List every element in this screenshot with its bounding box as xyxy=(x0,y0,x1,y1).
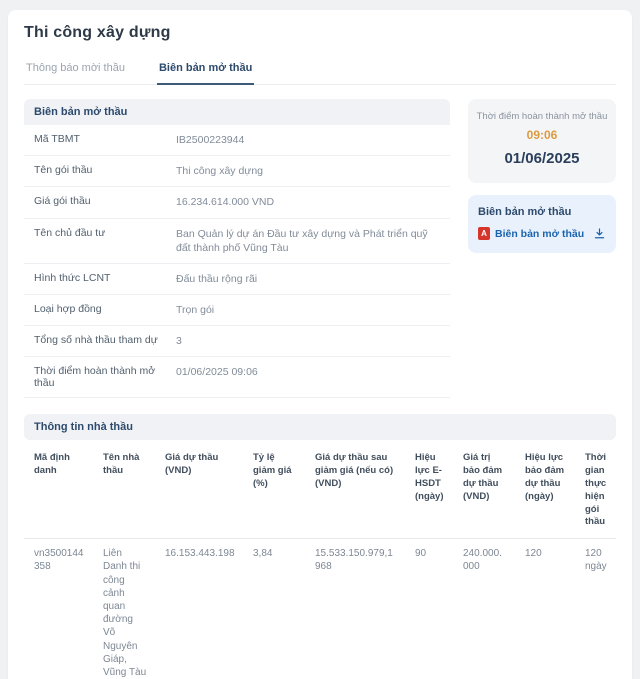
right-sidebar: Thời điểm hoàn thành mở thầu 09:06 01/06… xyxy=(468,99,616,253)
tab-thong-bao-moi-thau[interactable]: Thông báo mời thầu xyxy=(24,56,127,84)
table-row: Hình thức LCNT Đấu thầu rộng rãi xyxy=(24,264,450,296)
detail-value: 16.234.614.000 VND xyxy=(176,196,275,209)
bidders-table-body: vn3500144358 Liên Danh thi công cảnh quan… xyxy=(24,539,616,679)
pdf-file-icon: A xyxy=(478,227,490,240)
download-icon[interactable] xyxy=(593,227,606,240)
table-cell: Liên Danh thi công cảnh quan đường Võ Ng… xyxy=(103,548,147,678)
table-cell: 120 xyxy=(525,548,542,560)
detail-label: Hình thức LCNT xyxy=(34,271,111,284)
table-row: vn3500144358 Liên Danh thi công cảnh quan… xyxy=(24,539,616,679)
bid-record-panel: Biên bản mở thầu Mã TBMT IB2500223944 Tên … xyxy=(24,99,450,399)
detail-label: Tên gói thầu xyxy=(34,164,93,177)
completion-time-box: Thời điểm hoàn thành mở thầu 09:06 01/06… xyxy=(468,99,616,183)
bid-record-panel-header: Biên bản mở thầu xyxy=(24,99,450,125)
column-header: Mã định danh xyxy=(34,452,70,477)
table-row: Tên chủ đầu tư Ban Quản lý dự án Đầu tư x… xyxy=(24,219,450,264)
column-header: Thời gian thực hiện gói thầu xyxy=(585,452,607,528)
detail-label: Tổng số nhà thầu tham dự xyxy=(34,334,158,347)
detail-value: 3 xyxy=(176,335,182,348)
main-card: Thi công xây dựng Thông báo mời thầu Biê… xyxy=(8,10,632,679)
table-cell: 16.153.443.198 xyxy=(165,548,235,560)
column-header: Hiệu lực bảo đảm dự thầu (ngày) xyxy=(525,452,565,502)
page-title: Thi công xây dựng xyxy=(24,24,171,41)
table-cell: 15.533.150.979,1968 xyxy=(315,548,393,573)
completion-date-value: 01/06/2025 xyxy=(504,150,580,167)
detail-value: IB2500223944 xyxy=(176,134,245,146)
table-cell: vn3500144358 xyxy=(34,548,84,573)
detail-value: Trọn gói xyxy=(176,304,215,317)
tab-bar: Thông báo mời thầu Biên bản mở thầu xyxy=(24,56,616,85)
table-row: Loại hợp đồng Trọn gói xyxy=(24,295,450,327)
detail-value: Thi công xây dựng xyxy=(176,165,263,178)
bidders-section-header: Thông tin nhà thầu xyxy=(24,414,616,441)
table-row: Mã TBMT IB2500223944 xyxy=(24,125,450,157)
bid-record-document-link[interactable]: Biên bản mở thầu xyxy=(495,228,584,240)
table-row: Tổng số nhà thầu tham dự 3 xyxy=(24,326,450,358)
column-header: Hiệu lực E-HSDT (ngày) xyxy=(415,452,444,502)
table-cell: 120 ngày xyxy=(585,548,607,573)
table-row: Tên gói thầu Thi công xây dựng xyxy=(24,156,450,188)
detail-value: 01/06/2025 09:06 xyxy=(176,366,258,379)
detail-value: Ban Quản lý dự án Đầu tư xây dựng và Phá… xyxy=(176,227,428,254)
completion-time-label: Thời điểm hoàn thành mở thầu xyxy=(476,111,608,122)
column-header: Tên nhà thầu xyxy=(103,452,140,477)
tab-bien-ban-mo-thau[interactable]: Biên bản mở thầu xyxy=(156,56,255,85)
document-box-header: Biên bản mở thầu xyxy=(478,206,572,218)
bid-record-document-box: Biên bản mở thầu A Biên bản mở thầu xyxy=(468,195,616,253)
bidders-section: Thông tin nhà thầu Mã định danh Tên nhà t… xyxy=(24,414,616,679)
table-cell: 90 xyxy=(415,548,427,560)
completion-time-value: 09:06 xyxy=(526,128,558,142)
bid-record-detail-table: Mã TBMT IB2500223944 Tên gói thầu Thi công … xyxy=(24,125,450,399)
detail-label: Tên chủ đầu tư xyxy=(34,226,106,239)
table-row: Giá gói thầu 16.234.614.000 VND xyxy=(24,187,450,219)
detail-label: Thời điểm hoàn thành mở thầu xyxy=(34,365,156,390)
table-cell: 3,84 xyxy=(253,548,273,560)
detail-label: Loại hợp đồng xyxy=(34,303,102,316)
bidders-table-header: Mã định danh Tên nhà thầu Giá dự thầu (VND… xyxy=(24,442,616,540)
detail-label: Giá gói thầu xyxy=(34,195,91,208)
detail-value: Đấu thầu rộng rãi xyxy=(176,272,258,285)
column-header: Giá trị bảo đảm dự thầu (VND) xyxy=(463,452,503,502)
detail-label: Mã TBMT xyxy=(34,133,80,145)
column-header: Giá dự thầu sau giảm giá (nếu có) (VND) xyxy=(315,452,394,489)
table-row: Thời điểm hoàn thành mở thầu 01/06/2025 0… xyxy=(24,357,450,399)
column-header: Tỷ lệ giảm giá (%) xyxy=(253,452,292,489)
table-cell: 240.000.000 xyxy=(463,548,502,573)
column-header: Giá dự thầu (VND) xyxy=(165,452,219,477)
